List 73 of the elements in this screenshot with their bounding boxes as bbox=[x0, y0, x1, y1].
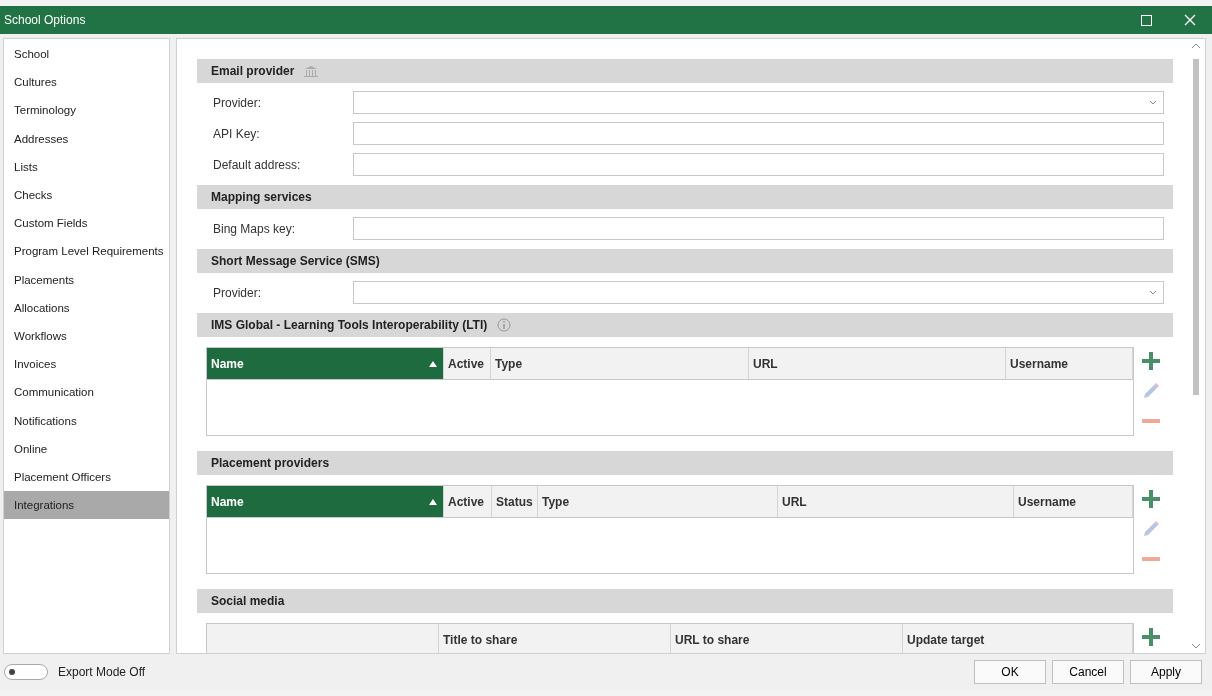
field-label: Provider: bbox=[213, 285, 263, 300]
plus-icon bbox=[1142, 352, 1160, 370]
column-header[interactable]: URL to share bbox=[671, 624, 903, 653]
column-header[interactable]: Active bbox=[444, 486, 492, 517]
chevron-down-icon bbox=[1149, 100, 1157, 105]
sidebar-item[interactable]: Custom Fields bbox=[4, 209, 169, 238]
sidebar-item[interactable]: Placement Officers bbox=[4, 462, 169, 491]
column-header[interactable]: Username bbox=[1014, 486, 1133, 517]
field-label: API Key: bbox=[213, 126, 261, 141]
sidebar-item[interactable]: Notifications bbox=[4, 406, 169, 435]
export-mode-toggle[interactable] bbox=[4, 664, 48, 680]
building-icon bbox=[304, 65, 319, 77]
input-field[interactable] bbox=[353, 153, 1164, 176]
add-button[interactable] bbox=[1140, 351, 1162, 371]
close-icon bbox=[1184, 14, 1196, 26]
sidebar-item[interactable]: Communication bbox=[4, 378, 169, 407]
column-header[interactable]: Type bbox=[491, 348, 749, 379]
section-header: Email provider bbox=[197, 59, 1173, 83]
field-label: Provider: bbox=[213, 95, 263, 110]
plus-icon bbox=[1142, 490, 1160, 508]
column-header[interactable]: URL bbox=[778, 486, 1014, 517]
sidebar-item[interactable]: Addresses bbox=[4, 124, 169, 153]
sidebar-item[interactable]: Workflows bbox=[4, 321, 169, 351]
column-header[interactable]: Name bbox=[207, 348, 444, 379]
minus-icon bbox=[1142, 557, 1160, 561]
add-button[interactable] bbox=[1140, 627, 1162, 647]
sidebar-item[interactable]: Lists bbox=[4, 152, 169, 181]
column-header[interactable]: Name bbox=[207, 486, 444, 517]
plus-icon bbox=[1142, 628, 1160, 646]
column-header[interactable]: Active bbox=[444, 348, 491, 379]
dialog-button[interactable]: Cancel bbox=[1052, 660, 1124, 684]
input-field[interactable] bbox=[353, 122, 1164, 145]
pencil-icon bbox=[1142, 520, 1160, 538]
sidebar-item[interactable]: Checks bbox=[4, 180, 169, 210]
column-header[interactable]: Status bbox=[492, 486, 538, 517]
info-icon bbox=[497, 318, 512, 332]
column-header[interactable]: Username bbox=[1006, 348, 1133, 379]
dropdown-field[interactable] bbox=[353, 91, 1164, 114]
add-button[interactable] bbox=[1140, 489, 1162, 509]
sort-up-icon bbox=[429, 498, 437, 505]
section-header: Placement providers bbox=[197, 451, 1173, 475]
minus-icon bbox=[1142, 419, 1160, 423]
sidebar-item[interactable]: Allocations bbox=[4, 293, 169, 322]
chevron-up-icon bbox=[1191, 43, 1201, 49]
sidebar-item[interactable]: Integrations bbox=[4, 491, 169, 520]
column-header[interactable]: URL bbox=[749, 348, 1006, 379]
column-header[interactable]: Title to share bbox=[439, 624, 671, 653]
window-title: School Options bbox=[4, 13, 87, 27]
section-header: Short Message Service (SMS) bbox=[197, 249, 1173, 273]
section-header: Social media bbox=[197, 589, 1173, 613]
maximize-icon bbox=[1140, 14, 1152, 26]
toggle-label: Export Mode Off bbox=[58, 665, 147, 679]
input-field[interactable] bbox=[353, 217, 1164, 240]
sidebar-item[interactable]: Program Level Requirements bbox=[4, 237, 169, 266]
section-header: IMS Global - Learning Tools Interoperability (LTI) bbox=[197, 313, 1173, 337]
dropdown-field[interactable] bbox=[353, 281, 1164, 304]
dialog-button[interactable]: Apply bbox=[1130, 660, 1202, 684]
dialog-button[interactable]: OK bbox=[974, 660, 1046, 684]
sidebar-item[interactable]: Placements bbox=[4, 265, 169, 294]
section-header: Mapping services bbox=[197, 185, 1173, 209]
field-label: Bing Maps key: bbox=[213, 221, 297, 236]
column-header[interactable]: Update target bbox=[903, 624, 1133, 653]
sidebar-item[interactable]: School bbox=[4, 40, 169, 69]
sidebar-item[interactable]: Cultures bbox=[4, 68, 169, 97]
chevron-down-icon bbox=[1191, 643, 1201, 649]
column-header[interactable]: Type bbox=[538, 486, 778, 517]
field-label: Default address: bbox=[213, 157, 302, 172]
sidebar-item[interactable]: Invoices bbox=[4, 350, 169, 379]
sort-up-icon bbox=[429, 360, 437, 367]
pencil-icon bbox=[1142, 382, 1160, 400]
chevron-down-icon bbox=[1149, 290, 1157, 295]
sidebar-item[interactable]: Online bbox=[4, 434, 169, 463]
sidebar-item[interactable]: Terminology bbox=[4, 96, 169, 125]
